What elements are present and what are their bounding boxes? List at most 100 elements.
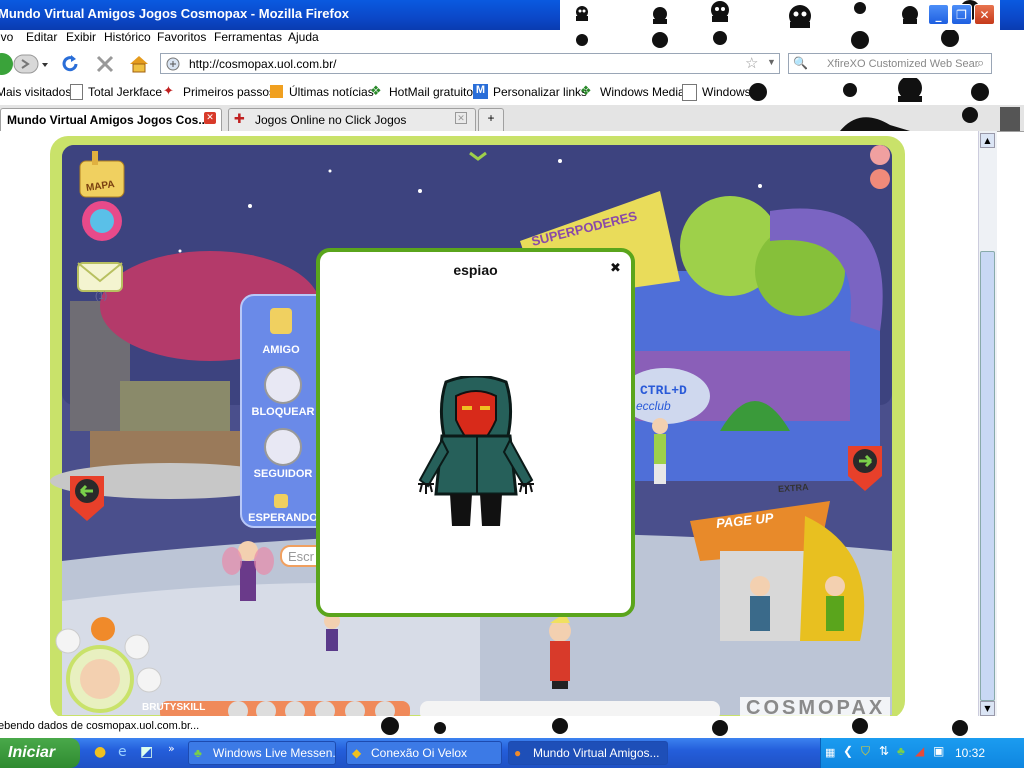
home-icon[interactable] bbox=[128, 54, 150, 74]
page-icon bbox=[682, 84, 697, 101]
network-icon[interactable]: ⇅ bbox=[879, 744, 889, 758]
task-label: Conexão Oi Velox bbox=[371, 746, 468, 760]
close-tab-icon[interactable]: ✕ bbox=[204, 112, 216, 124]
dropdown-icon[interactable]: ▼ bbox=[767, 57, 776, 67]
stop-icon[interactable] bbox=[95, 54, 115, 74]
scroll-thumb[interactable] bbox=[980, 251, 995, 701]
bookmark-item[interactable]: Mais visitados bbox=[0, 85, 71, 99]
tray-expand-icon[interactable]: ❮ bbox=[843, 744, 853, 758]
quicklaunch-icon[interactable]: ◩ bbox=[140, 744, 153, 760]
block-button-label[interactable]: BLOQUEAR bbox=[238, 406, 328, 418]
window-title: Mundo Virtual Amigos Jogos Cosmopax - Mo… bbox=[0, 6, 350, 21]
messenger-icon[interactable]: ♣ bbox=[897, 744, 905, 758]
avatar-control-wheel[interactable] bbox=[66, 645, 134, 713]
close-window-button[interactable]: ✕ bbox=[974, 4, 995, 25]
menu-item-history[interactable]: Histórico bbox=[104, 30, 151, 44]
restore-button[interactable]: ❐ bbox=[951, 4, 972, 25]
bookmark-item[interactable]: Personalizar links bbox=[493, 85, 587, 99]
more-icon[interactable]: » bbox=[168, 742, 175, 755]
shield-icon[interactable]: ⛉ bbox=[861, 744, 870, 759]
plus-icon: + bbox=[487, 111, 495, 125]
scroll-down-arrow[interactable]: ▼ bbox=[980, 701, 995, 716]
at-icon[interactable] bbox=[55, 628, 81, 654]
start-button[interactable]: Iniciar bbox=[0, 738, 80, 768]
site-identity-icon[interactable] bbox=[165, 56, 181, 72]
player-name: BRUTYSKILL bbox=[142, 702, 206, 713]
search-go-icon[interactable]: ⌕ bbox=[977, 55, 984, 71]
tab-label: Jogos Online no Click Jogos bbox=[255, 113, 407, 127]
ie-icon[interactable]: e bbox=[118, 744, 127, 760]
menu-item-tools[interactable]: Ferramentas bbox=[214, 30, 282, 44]
bookmark-item[interactable]: Total Jerkface bbox=[88, 85, 162, 99]
new-tab-button[interactable]: + bbox=[478, 108, 504, 131]
page-scrollbar[interactable]: ▲ ▼ bbox=[978, 131, 997, 719]
avatar-npc[interactable] bbox=[652, 418, 668, 484]
search-box[interactable]: 🔍 XfireXO Customized Web Sear ⌕ bbox=[788, 53, 992, 74]
messenger-icon: ♣ bbox=[194, 746, 202, 760]
popup-title: espiao bbox=[453, 262, 498, 278]
skull-decoration-icon bbox=[576, 30, 959, 49]
scroll-up-arrow[interactable]: ▲ bbox=[980, 133, 995, 148]
monitor-icon[interactable]: ▣ bbox=[933, 744, 944, 758]
menu-item-edit[interactable]: Editar bbox=[26, 30, 57, 44]
task-button-messenger[interactable]: ♣ Windows Live Messen... bbox=[188, 741, 336, 765]
system-tray: ▦ ❮ ⛉ ⇅ ♣ ◢ ▣ 10:32 bbox=[820, 738, 1024, 768]
mail-icon[interactable] bbox=[77, 262, 123, 292]
task-button-velox[interactable]: ◆ Conexão Oi Velox bbox=[346, 741, 502, 765]
bookmark-item[interactable]: HotMail gratuito bbox=[389, 85, 473, 99]
bookmark-star-icon[interactable]: ☆ bbox=[745, 54, 758, 72]
url-text[interactable]: http://cosmopax.uol.com.br/ bbox=[189, 57, 336, 71]
back-forward-icon[interactable] bbox=[0, 52, 52, 76]
menu-bar: ivo Editar Exibir Histórico Favoritos Fe… bbox=[0, 30, 1024, 50]
clock: 10:32 bbox=[955, 746, 986, 760]
add-friend-icon[interactable] bbox=[270, 308, 292, 334]
windows-flag-icon: ❖ bbox=[580, 83, 592, 98]
follower-button-label[interactable]: SEGUIDOR bbox=[238, 468, 328, 480]
waiting-icon[interactable] bbox=[274, 494, 288, 508]
follower-star-icon[interactable] bbox=[264, 428, 302, 466]
search-input[interactable]: XfireXO Customized Web Sear bbox=[827, 58, 978, 70]
task-label: Windows Live Messen... bbox=[213, 746, 336, 760]
mail-count: (1) bbox=[95, 291, 108, 302]
antivirus-icon[interactable]: ◢ bbox=[915, 744, 924, 758]
reload-icon[interactable] bbox=[60, 54, 80, 74]
menu-item-bookmarks[interactable]: Favoritos bbox=[157, 30, 206, 44]
task-button-firefox[interactable]: ● Mundo Virtual Amigos... bbox=[508, 741, 668, 765]
status-text: ebendo dados de cosmopax.uol.com.br... bbox=[0, 720, 200, 732]
back-icon[interactable] bbox=[870, 169, 890, 189]
keyboard-icon[interactable]: ▦ bbox=[825, 746, 835, 759]
avatar-npc[interactable] bbox=[750, 576, 770, 631]
bookmark-item[interactable]: Windows Media bbox=[600, 85, 685, 99]
friend-button-label[interactable]: AMIGO bbox=[236, 344, 326, 356]
block-icon[interactable] bbox=[264, 366, 302, 404]
window-title-bar: Mundo Virtual Amigos Jogos Cosmopax - Mo… bbox=[0, 0, 1024, 30]
bookmark-item[interactable]: Últimas notícias bbox=[289, 85, 374, 99]
badge-icon[interactable] bbox=[124, 634, 150, 660]
tab-clickjogos[interactable]: Jogos Online no Click Jogos bbox=[228, 108, 476, 131]
network-icon: ◆ bbox=[352, 746, 362, 760]
fullscreen-icon[interactable] bbox=[870, 145, 890, 165]
windows-taskbar: Iniciar ● e ◩ » ♣ Windows Live Messen...… bbox=[0, 738, 1024, 768]
superpower-icon[interactable] bbox=[82, 201, 122, 241]
page-icon bbox=[70, 84, 83, 100]
profile-p-icon[interactable] bbox=[91, 617, 115, 641]
star-icon[interactable] bbox=[136, 667, 162, 693]
menu-item-view[interactable]: Exibir bbox=[66, 30, 96, 44]
close-tab-icon[interactable]: ✕ bbox=[455, 112, 467, 124]
minimize-button[interactable]: _ bbox=[928, 4, 949, 25]
waiting-button-label[interactable]: ESPERANDO bbox=[238, 512, 328, 524]
menu-item-help[interactable]: Ajuda bbox=[288, 30, 319, 44]
avatar-player[interactable] bbox=[549, 613, 571, 689]
avatar-npc[interactable] bbox=[825, 576, 845, 631]
sign-ctrl-d: CTRL+D bbox=[640, 383, 687, 398]
menu-item-file[interactable]: ivo bbox=[0, 30, 13, 44]
avatar-npc[interactable] bbox=[324, 613, 340, 651]
start-label: Iniciar bbox=[8, 744, 56, 761]
address-bar[interactable]: http://cosmopax.uol.com.br/ ☆ ▼ bbox=[160, 53, 780, 74]
rss-icon bbox=[270, 85, 283, 98]
tab-cosmopax[interactable]: Mundo Virtual Amigos Jogos Cos... bbox=[0, 108, 222, 131]
quicklaunch-icon[interactable]: ● bbox=[94, 744, 106, 760]
popup-close-icon[interactable]: ✖ bbox=[610, 261, 621, 276]
bookmark-item[interactable]: Primeiros passos bbox=[183, 85, 275, 99]
search-engine-icon[interactable]: 🔍 bbox=[793, 56, 808, 70]
